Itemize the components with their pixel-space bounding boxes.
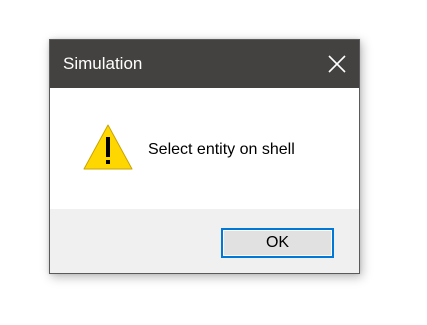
- dialog-footer: OK: [50, 209, 359, 273]
- dialog-message: Select entity on shell: [148, 141, 295, 158]
- close-button[interactable]: [313, 40, 359, 88]
- dialog-content: Select entity on shell: [50, 88, 359, 209]
- dialog-title: Simulation: [63, 54, 143, 73]
- dialog-titlebar[interactable]: Simulation: [50, 40, 359, 88]
- close-icon: [328, 55, 346, 73]
- warning-icon: [83, 124, 133, 170]
- simulation-dialog: Simulation Select entity on shell OK: [49, 39, 360, 274]
- ok-button[interactable]: OK: [221, 228, 334, 258]
